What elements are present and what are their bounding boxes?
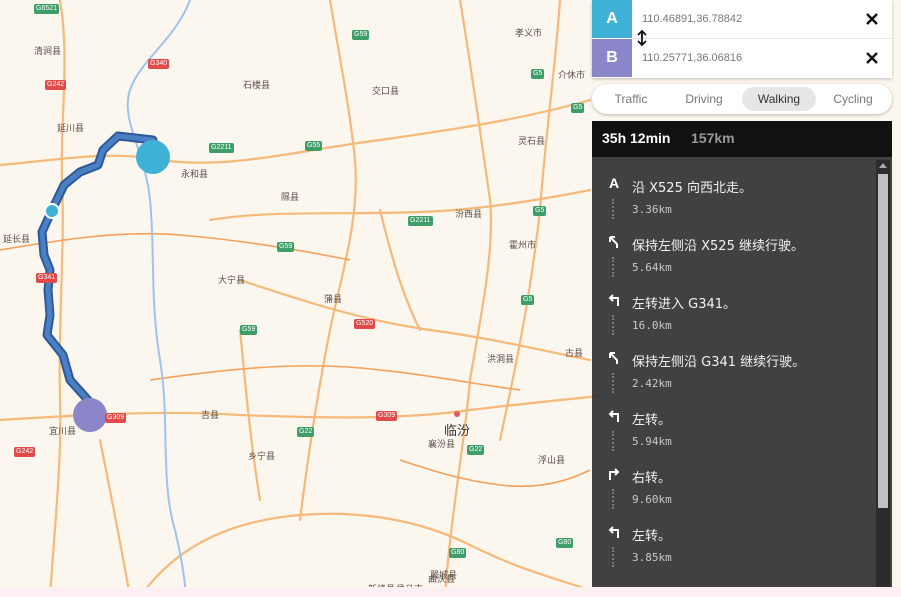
road-shield: G80 bbox=[556, 538, 574, 548]
turn-left-icon bbox=[608, 526, 619, 538]
step-instruction: 左转。 bbox=[632, 529, 672, 544]
place-label: 吉县 bbox=[201, 411, 220, 421]
route-step[interactable]: 保持左侧沿 X525 继续行驶。 5.64km bbox=[592, 215, 872, 277]
place-label: 延长县 bbox=[3, 235, 31, 245]
route-step[interactable]: A沿 X525 向西北走。 3.36km bbox=[592, 157, 872, 219]
route-distance: 157km bbox=[691, 130, 735, 146]
step-instruction: 保持左侧沿 G341 继续行驶。 bbox=[632, 355, 806, 370]
step-distance: 3.85km bbox=[632, 551, 672, 564]
road-shield: G242 bbox=[14, 447, 36, 457]
road-shield: G59 bbox=[240, 325, 258, 335]
road-shield: G5 bbox=[531, 69, 545, 79]
road-shield: G55 bbox=[305, 141, 323, 151]
place-label: 交口县 bbox=[372, 87, 400, 97]
road-shield: G6521 bbox=[34, 4, 60, 14]
road-shield: G242 bbox=[45, 80, 67, 90]
city-dot bbox=[454, 411, 460, 417]
start-a-icon: A bbox=[609, 175, 619, 191]
scroll-up-icon[interactable] bbox=[879, 163, 887, 168]
step-connector bbox=[612, 547, 616, 567]
road-shield: G22 bbox=[467, 445, 485, 455]
place-label: 永和县 bbox=[181, 170, 209, 180]
route-summary: 35h 12min 157km bbox=[592, 121, 892, 157]
waypoint-b-input[interactable]: 110.25771,36.06816 bbox=[642, 39, 742, 77]
turn-left-icon bbox=[608, 294, 619, 306]
road-shield: G2211 bbox=[209, 143, 234, 153]
place-label: 灵石县 bbox=[518, 137, 546, 147]
route-steps-list: A沿 X525 向西北走。 3.36km 保持左侧沿 X525 继续行驶。 5.64k… bbox=[592, 157, 892, 587]
route-time: 35h 12min bbox=[602, 130, 671, 146]
place-label: 石楼县 bbox=[243, 81, 271, 91]
place-label: 延川县 bbox=[57, 124, 85, 134]
place-label: 洪洞县 bbox=[487, 355, 515, 365]
turn-right-icon bbox=[609, 468, 620, 480]
waypoint-b-badge: B bbox=[592, 39, 632, 77]
road-shield: G309 bbox=[376, 411, 398, 421]
road-shield: G5 bbox=[533, 206, 547, 216]
road-shield: G341 bbox=[36, 273, 58, 283]
place-label: 宜川县 bbox=[49, 427, 77, 437]
road-shield: G520 bbox=[354, 319, 376, 329]
place-label: 古县 bbox=[565, 349, 584, 359]
route-step[interactable]: 左转进入 G341。 16.0km bbox=[592, 273, 872, 335]
step-instruction: 左转。 bbox=[632, 413, 672, 428]
place-label: 浮山县 bbox=[538, 456, 566, 466]
city-label: 临汾 bbox=[444, 424, 471, 439]
route-step[interactable]: 左转。 3.85km bbox=[592, 505, 872, 567]
place-label: 汾西县 bbox=[455, 210, 483, 220]
road-shield: G5 bbox=[521, 295, 535, 305]
road-shield: G59 bbox=[277, 242, 295, 252]
route-node-marker[interactable] bbox=[44, 203, 60, 219]
tab-traffic[interactable]: Traffic bbox=[598, 87, 664, 111]
route-step[interactable]: 右转。 9.60km bbox=[592, 447, 872, 509]
waypoint-a-marker[interactable] bbox=[136, 140, 170, 174]
road-shield: G22 bbox=[297, 427, 315, 437]
tab-cycling[interactable]: Cycling bbox=[820, 87, 886, 111]
place-label: 霍州市 bbox=[509, 241, 537, 251]
steps-scrollbar[interactable] bbox=[876, 160, 890, 587]
road-shield: G5 bbox=[571, 103, 585, 113]
road-shield: G80 bbox=[449, 548, 467, 558]
keep-left-icon bbox=[609, 352, 618, 364]
road-shield: G59 bbox=[352, 30, 370, 40]
place-label: 隰县 bbox=[281, 193, 300, 203]
close-icon[interactable] bbox=[864, 11, 880, 27]
place-label: 乡宁县 bbox=[248, 452, 276, 462]
waypoint-panel: A 110.46891,36.78842 B 110.25771,36.0681… bbox=[592, 0, 892, 78]
waypoint-b-marker[interactable] bbox=[73, 398, 107, 432]
step-instruction: 保持左侧沿 X525 继续行驶。 bbox=[632, 239, 804, 254]
waypoint-a-badge: A bbox=[592, 0, 632, 38]
place-label: 曲沃县 bbox=[428, 575, 456, 585]
turn-left-icon bbox=[608, 410, 619, 422]
route-step[interactable]: 左转。 5.94km bbox=[592, 389, 872, 451]
road-shield: G340 bbox=[148, 59, 170, 69]
tab-walking[interactable]: Walking bbox=[742, 87, 816, 111]
svg-text:A: A bbox=[609, 175, 619, 191]
keep-left-icon bbox=[609, 236, 618, 248]
place-label: 介休市 bbox=[558, 71, 586, 81]
place-label: 大宁县 bbox=[218, 276, 246, 286]
route-step[interactable]: 保持左侧沿 G341 继续行驶。 2.42km bbox=[592, 331, 872, 393]
close-icon[interactable] bbox=[864, 50, 880, 66]
tab-driving[interactable]: Driving bbox=[670, 87, 738, 111]
scroll-thumb[interactable] bbox=[878, 174, 888, 508]
travel-mode-tabs: Traffic Driving Walking Cycling bbox=[592, 84, 892, 114]
road-shield: G2211 bbox=[408, 216, 433, 226]
waypoint-a-input[interactable]: 110.46891,36.78842 bbox=[642, 0, 742, 38]
waypoint-row-b: B 110.25771,36.06816 bbox=[592, 39, 892, 77]
step-instruction: 沿 X525 向西北走。 bbox=[632, 181, 752, 196]
place-label: 清涧县 bbox=[34, 47, 62, 57]
place-label: 孝义市 bbox=[515, 29, 543, 39]
road-shield: G309 bbox=[105, 413, 127, 423]
page-footer bbox=[0, 587, 901, 597]
step-instruction: 右转。 bbox=[632, 471, 672, 486]
step-instruction: 左转进入 G341。 bbox=[632, 297, 737, 312]
place-label: 蒲县 bbox=[324, 295, 343, 305]
